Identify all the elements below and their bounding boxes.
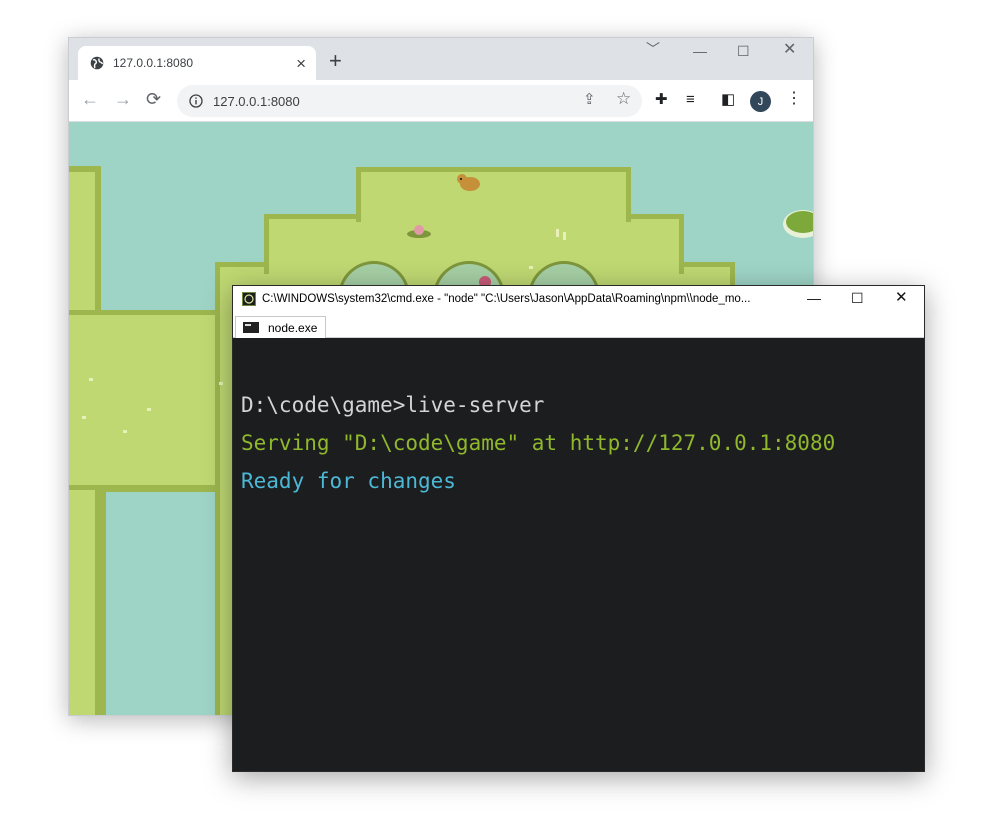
terminal-window: C:\WINDOWS\system32\cmd.exe - "node" "C:… — [232, 285, 925, 772]
island-top — [361, 172, 626, 227]
terminal-tab[interactable]: node.exe — [235, 316, 326, 338]
back-arrow-icon[interactable]: ← — [81, 90, 99, 108]
console-output[interactable]: D:\code\game>live-server Serving "D:\cod… — [241, 386, 835, 500]
console-line-command: D:\code\game>live-server — [241, 393, 545, 417]
tab-search-chevron-icon[interactable]: ﹀ — [646, 42, 660, 56]
browser-toolbar: ← → ⟳ 127.0.0.1:8080 ⇪ ☆ ✚ ≡ ◧ J ⋮ — [69, 80, 813, 122]
star-icon[interactable]: ☆ — [616, 90, 631, 107]
address-text: 127.0.0.1:8080 — [213, 93, 300, 109]
media-icon[interactable]: ≡ — [686, 92, 695, 107]
cmd-app-icon — [242, 292, 256, 306]
forward-arrow-icon[interactable]: → — [114, 90, 132, 108]
console-line-ready: Ready for changes — [241, 469, 456, 493]
extensions-icon[interactable]: ✚ — [655, 92, 668, 107]
terminal-tabbar: node.exe — [233, 312, 924, 338]
close-window-button[interactable]: ✕ — [895, 290, 908, 305]
share-icon[interactable]: ⇪ — [583, 92, 596, 107]
close-window-button[interactable]: ✕ — [783, 42, 796, 58]
address-bar[interactable]: 127.0.0.1:8080 — [177, 85, 642, 117]
reload-icon[interactable]: ⟳ — [146, 90, 161, 108]
browser-tab[interactable]: 127.0.0.1:8080 × — [78, 46, 316, 80]
avatar[interactable]: J — [750, 91, 771, 112]
desktop: 127.0.0.1:8080 × + ﹀ — ☐ ✕ ← → ⟳ 127.0.0… — [0, 0, 993, 824]
terminal-tab-label: node.exe — [268, 320, 318, 335]
new-tab-button[interactable]: + — [329, 50, 342, 72]
menu-icon[interactable]: ⋮ — [786, 91, 802, 107]
tab-title: 127.0.0.1:8080 — [113, 56, 194, 70]
info-icon[interactable] — [189, 94, 203, 108]
maximize-button[interactable]: ☐ — [737, 44, 750, 58]
side-panel-icon[interactable]: ◧ — [721, 92, 735, 107]
console-icon — [243, 322, 259, 333]
maximize-button[interactable]: ☐ — [851, 291, 864, 305]
tab-close-icon[interactable]: × — [296, 55, 306, 72]
grass-band — [69, 315, 239, 485]
tab-strip: 127.0.0.1:8080 × + ﹀ — ☐ ✕ — [69, 38, 813, 80]
terminal-title: C:\WINDOWS\system32\cmd.exe - "node" "C:… — [262, 293, 751, 305]
globe-icon — [90, 56, 104, 70]
water-pocket — [106, 492, 216, 715]
console-line-serving: Serving "D:\code\game" at http://127.0.0… — [241, 431, 836, 455]
minimize-button[interactable]: — — [693, 44, 707, 58]
minimize-button[interactable]: — — [807, 291, 821, 305]
terminal-titlebar: C:\WINDOWS\system32\cmd.exe - "node" "C:… — [233, 286, 924, 312]
